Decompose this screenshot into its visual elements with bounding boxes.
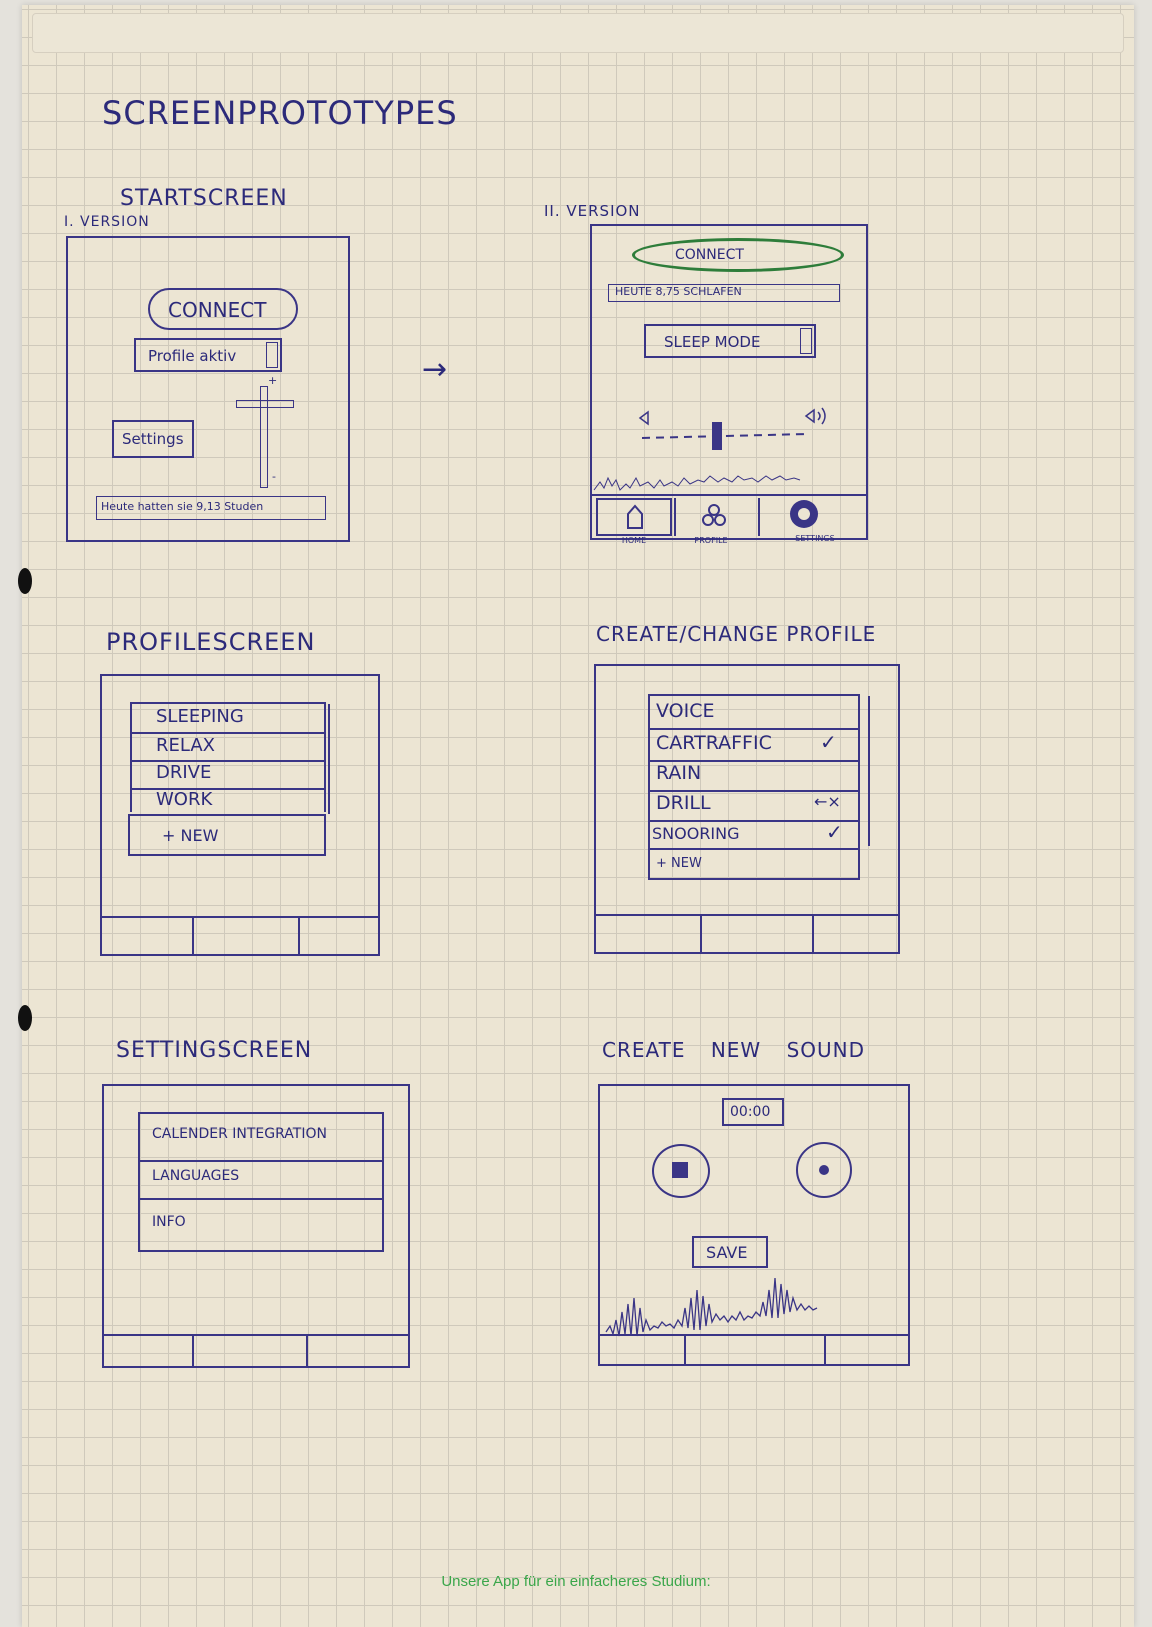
version-1-label: I. VERSION: [64, 214, 150, 230]
connect-button[interactable]: CONNECT: [148, 288, 298, 330]
profile-select[interactable]: Profile aktiv: [134, 338, 282, 372]
divider: [132, 732, 324, 734]
check-icon[interactable]: ✓: [826, 820, 843, 844]
list-item[interactable]: WORK: [156, 789, 212, 810]
profilescreen-heading: PROFILESCREEN: [106, 628, 316, 656]
startscreen-v2-phone: CONNECT HEUTE 8,75 SCHLAFEN SLEEP MODE: [590, 224, 868, 540]
add-profile-button[interactable]: + NEW: [128, 814, 326, 856]
nav-tab-divider: [298, 918, 300, 956]
settings-item-info[interactable]: INFO: [152, 1214, 186, 1230]
list-item[interactable]: SNOORING: [652, 824, 740, 843]
list-item[interactable]: DRILL: [656, 792, 711, 814]
version-2-label: II. VERSION: [544, 202, 641, 220]
list-item[interactable]: DRIVE: [156, 762, 211, 783]
plus-icon: +: [268, 374, 278, 387]
stop-button[interactable]: [652, 1144, 710, 1198]
settings-item-calendar[interactable]: CALENDER INTEGRATION: [152, 1126, 327, 1142]
list-item[interactable]: RELAX: [156, 735, 215, 756]
startscreen-v1-phone: CONNECT Profile aktiv + - Settings Heute…: [66, 236, 350, 542]
delete-icon[interactable]: ←×: [814, 792, 841, 811]
minus-icon: -: [272, 470, 276, 483]
arrow-right-icon: →: [422, 352, 449, 387]
timer-display: 00:00: [722, 1098, 784, 1126]
nav-settings-button[interactable]: [758, 498, 864, 536]
profilescreen-phone: SLEEPING RELAX DRIVE WORK + NEW: [100, 674, 380, 956]
add-profile-label: + NEW: [162, 826, 219, 845]
stop-icon: [672, 1162, 688, 1178]
settings-item-languages[interactable]: LANGUAGES: [152, 1168, 239, 1184]
divider: [650, 848, 858, 850]
nav-tab-divider: [812, 916, 814, 954]
nav-profile-button[interactable]: [674, 498, 758, 536]
create-sound-heading: CREATE NEW SOUND: [602, 1038, 866, 1062]
bottom-nav: [596, 914, 898, 954]
divider: [140, 1198, 382, 1200]
settings-button[interactable]: Settings: [112, 420, 194, 458]
scrollbar[interactable]: [868, 696, 870, 846]
record-icon: [819, 1165, 829, 1175]
nav-tab-divider: [192, 918, 194, 956]
settingscreen-heading: SETTINGSCREEN: [116, 1038, 313, 1063]
settingscreen-phone: CALENDER INTEGRATION LANGUAGES INFO: [102, 1084, 410, 1368]
nav-tab-divider: [824, 1336, 826, 1366]
bottom-nav: [600, 1334, 908, 1366]
profile-select-label: Profile aktiv: [148, 347, 237, 365]
list-item[interactable]: SLEEPING: [156, 706, 244, 727]
status-bar: Heute hatten sie 9,13 Studen: [96, 496, 326, 520]
timer-text: 00:00: [730, 1104, 771, 1120]
nav-tab-divider: [192, 1336, 194, 1368]
create-profile-heading: CREATE/CHANGE PROFILE: [596, 622, 877, 646]
volume-slider-handle[interactable]: [236, 400, 294, 408]
status-text: Heute hatten sie 9,13 Studen: [101, 500, 264, 513]
waveform: [605, 1277, 818, 1337]
save-label: SAVE: [706, 1243, 748, 1262]
divider: [140, 1160, 382, 1162]
nav-settings-label: SETTINGS: [795, 534, 835, 543]
nav-home-button[interactable]: [596, 498, 672, 536]
record-button[interactable]: [796, 1142, 852, 1198]
create-sound-phone: 00:00 SAVE: [598, 1084, 910, 1366]
nav-tab-divider: [700, 916, 702, 954]
profile-icon: [702, 504, 726, 526]
bottom-nav: [102, 916, 378, 956]
settings-list: CALENDER INTEGRATION LANGUAGES INFO: [138, 1112, 384, 1252]
nav-home-label: HOME: [621, 536, 647, 545]
home-icon: [627, 504, 643, 529]
gear-icon: [790, 500, 818, 528]
check-icon[interactable]: ✓: [820, 730, 837, 754]
punch-hole: [18, 1005, 32, 1031]
chevron-down-icon: [266, 342, 278, 368]
connect-label: CONNECT: [168, 298, 267, 322]
nav-profile-label: PROFILE: [694, 536, 728, 545]
add-sound-button[interactable]: + NEW: [656, 856, 702, 871]
list-item[interactable]: CARTRAFFIC: [656, 732, 772, 754]
footer-caption: Unsere App für ein einfacheres Studium:: [441, 1573, 711, 1590]
punch-hole: [18, 568, 32, 594]
create-profile-phone: VOICE CARTRAFFIC ✓ RAIN DRILL ←× SNOORIN…: [594, 664, 900, 954]
profile-list: SLEEPING RELAX DRIVE WORK: [130, 702, 330, 814]
page-title: SCREENPROTOTYPES: [102, 94, 458, 132]
nav-tab-divider: [684, 1336, 686, 1366]
list-item[interactable]: VOICE: [656, 700, 715, 722]
startscreen-heading: STARTSCREEN: [120, 186, 288, 211]
list-item[interactable]: RAIN: [656, 762, 701, 784]
bottom-nav: [104, 1334, 408, 1368]
scrollbar[interactable]: [328, 704, 330, 814]
settings-label: Settings: [122, 430, 184, 448]
paper-top-strip: [32, 13, 1124, 53]
nav-tab-divider: [306, 1336, 308, 1368]
sound-list: VOICE CARTRAFFIC ✓ RAIN DRILL ←× SNOORIN…: [648, 694, 870, 880]
